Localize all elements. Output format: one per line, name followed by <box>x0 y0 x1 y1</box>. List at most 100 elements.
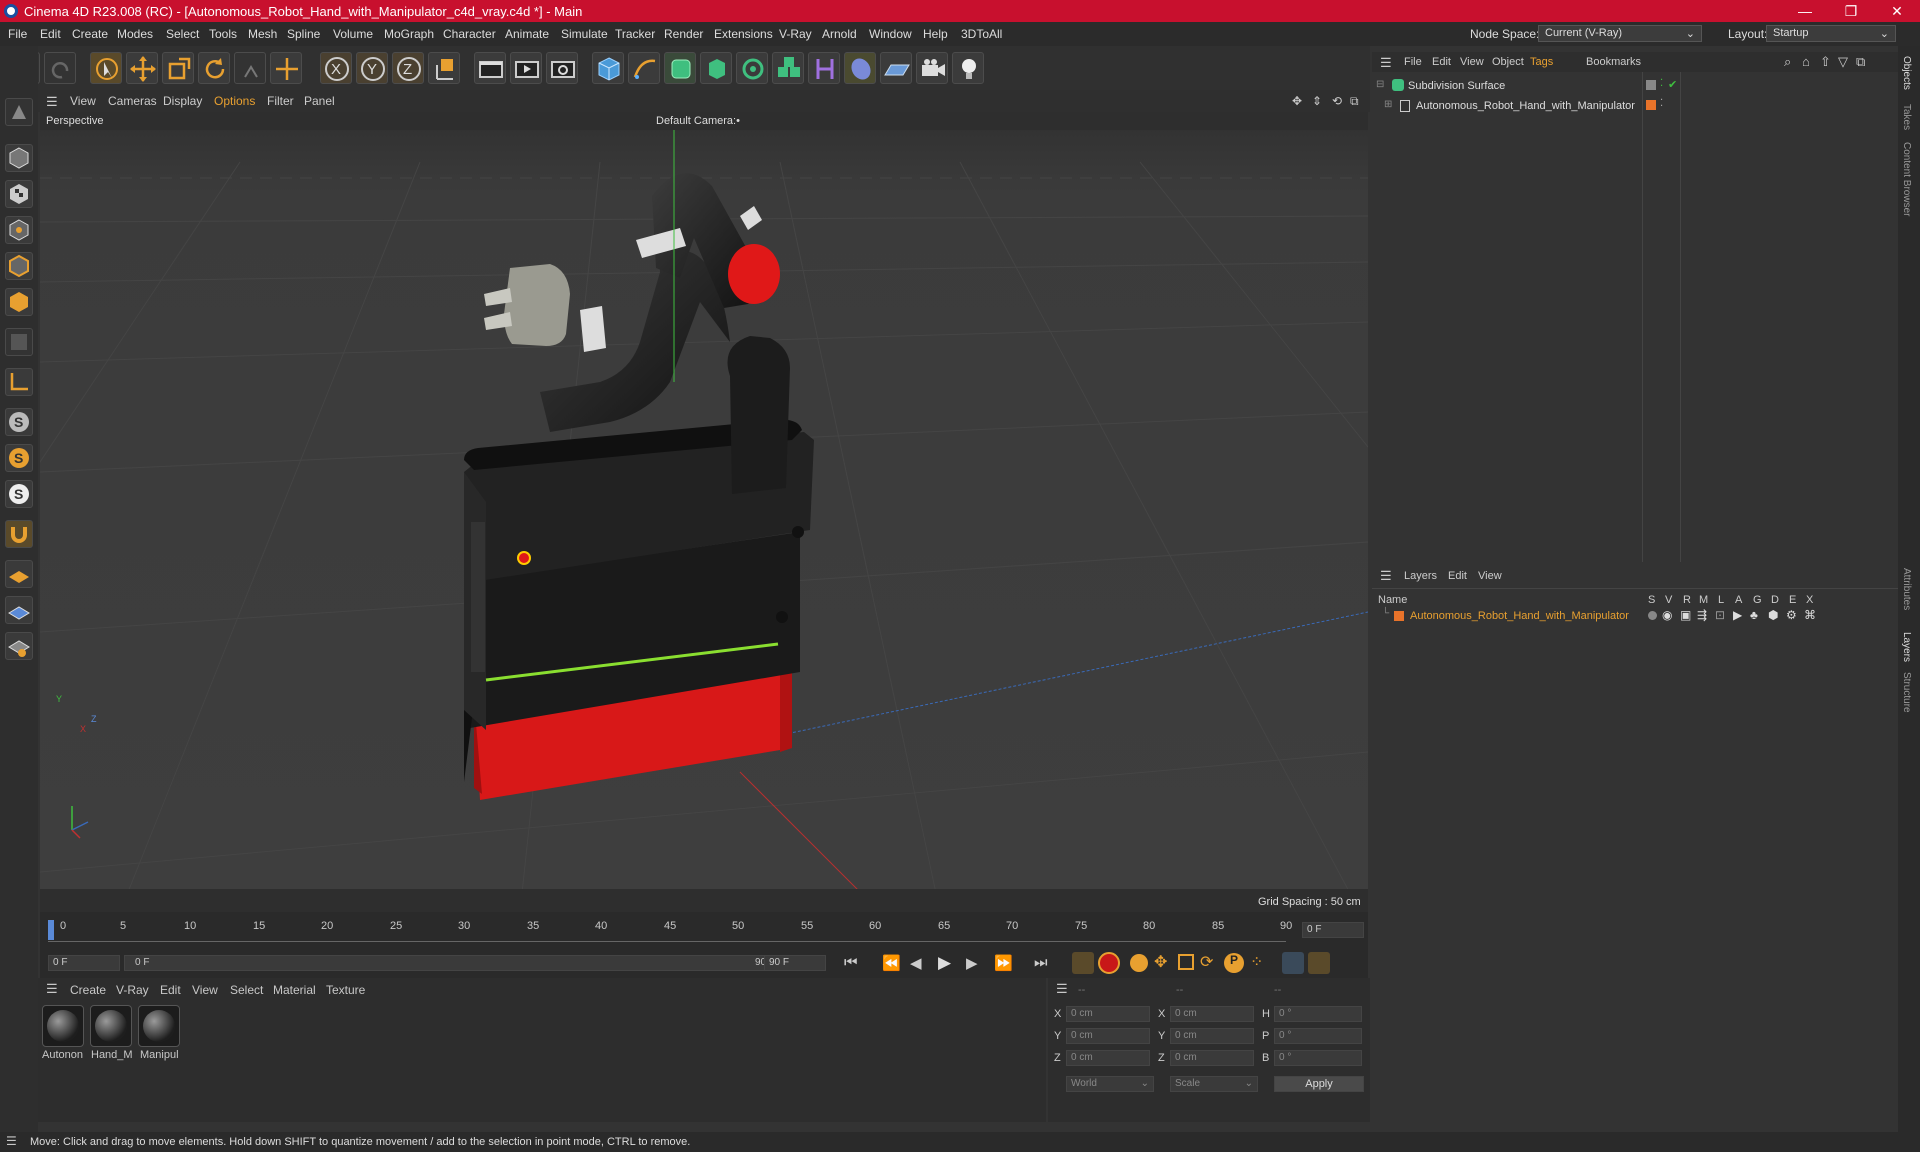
object-menu-view[interactable]: View <box>1460 56 1484 68</box>
rotation-b-field[interactable]: 0 ° <box>1274 1050 1362 1066</box>
hamburger-menu-icon[interactable]: ☰ <box>1380 55 1392 71</box>
select-tool-icon[interactable] <box>90 52 122 84</box>
viewport-maximize-icon[interactable]: ⧉ <box>1350 94 1359 109</box>
point-mode-icon[interactable] <box>5 216 33 244</box>
go-to-start-icon[interactable]: ⏮ <box>844 954 858 971</box>
layer-row[interactable]: └ Autonomous_Robot_Hand_with_Manipulator… <box>1372 608 1898 626</box>
coordinate-system-icon[interactable] <box>428 52 460 84</box>
rotation-p-field[interactable]: 0 ° <box>1274 1028 1362 1044</box>
rotation-h-field[interactable]: 0 ° <box>1274 1006 1362 1022</box>
menu-volume[interactable]: Volume <box>333 27 373 41</box>
menu-create[interactable]: Create <box>72 27 108 41</box>
cube-object-icon[interactable] <box>592 52 624 84</box>
object-menu-file[interactable]: File <box>1404 56 1422 68</box>
cloner-icon[interactable] <box>736 52 768 84</box>
lock-icon[interactable]: ⊡ <box>1715 608 1725 622</box>
menu-file[interactable]: File <box>8 27 27 41</box>
deformer-icon[interactable] <box>808 52 840 84</box>
material-swatch[interactable] <box>90 1005 132 1047</box>
layer-menu-view[interactable]: View <box>1478 570 1502 582</box>
menu-vray[interactable]: V-Ray <box>779 27 812 41</box>
material-swatch[interactable] <box>42 1005 84 1047</box>
viewport-menu-options[interactable]: Options <box>214 94 255 108</box>
key-position-icon[interactable]: ✥ <box>1154 952 1167 972</box>
object-menu-bookmarks[interactable]: Bookmarks <box>1586 56 1641 68</box>
key-scale-icon[interactable] <box>1178 954 1194 970</box>
spline-pen-icon[interactable] <box>628 52 660 84</box>
position-x-field[interactable]: 0 cm <box>1066 1006 1150 1022</box>
deformer-toggle-icon[interactable]: ⬢ <box>1768 608 1778 622</box>
generator-toggle-icon[interactable]: ♣ <box>1750 608 1758 622</box>
material-menu-texture[interactable]: Texture <box>326 983 365 997</box>
menu-mograph[interactable]: MoGraph <box>384 27 434 41</box>
material-swatch[interactable] <box>138 1005 180 1047</box>
minimize-button[interactable]: — <box>1782 0 1828 22</box>
previous-frame-icon[interactable]: ◀ <box>910 954 922 972</box>
visibility-dots-icon[interactable]: ⁚ <box>1660 78 1663 89</box>
keyframe-selection-icon[interactable] <box>1130 954 1148 972</box>
grid-snap-icon[interactable] <box>5 632 33 660</box>
material-menu-edit[interactable]: Edit <box>160 983 181 997</box>
tab-structure[interactable]: Structure <box>1901 672 1912 713</box>
field-icon[interactable] <box>844 52 876 84</box>
menu-3dtoall[interactable]: 3DToAll <box>961 27 1002 41</box>
y-axis-lock-icon[interactable]: Y <box>356 52 388 84</box>
light-object-icon[interactable] <box>952 52 984 84</box>
object-menu-object[interactable]: Object <box>1492 56 1524 68</box>
scale-tool-icon[interactable] <box>162 52 194 84</box>
size-y-field[interactable]: 0 cm <box>1170 1028 1254 1044</box>
edge-mode-icon[interactable] <box>5 252 33 280</box>
menu-tools[interactable]: Tools <box>209 27 237 41</box>
next-frame-icon[interactable]: ▶ <box>966 954 978 972</box>
floor-object-icon[interactable] <box>880 52 912 84</box>
home-icon[interactable]: ⌂ <box>1802 54 1810 69</box>
layer-color-icon[interactable] <box>1646 100 1656 110</box>
tab-content-browser[interactable]: Content Browser <box>1901 142 1912 216</box>
texture-mode-icon[interactable] <box>5 180 33 208</box>
solo-toggle-icon[interactable] <box>1648 611 1657 620</box>
tree-toggle-icon[interactable]: ⊟ <box>1376 79 1384 90</box>
key-parameter-icon[interactable]: P <box>1224 953 1244 973</box>
hamburger-menu-icon[interactable]: ☰ <box>1380 568 1392 584</box>
viewport-3d[interactable]: Y Z X Grid Spacing : 50 cm <box>40 112 1368 912</box>
camera-object-icon[interactable] <box>916 52 948 84</box>
live-selection-icon[interactable] <box>270 52 302 84</box>
start-frame-field[interactable]: 0 F <box>48 955 120 971</box>
position-y-field[interactable]: 0 cm <box>1066 1028 1150 1044</box>
viewport-rotate-icon[interactable]: ⟲ <box>1332 94 1342 108</box>
menu-extensions[interactable]: Extensions <box>714 27 773 41</box>
material-menu-select[interactable]: Select <box>230 983 263 997</box>
playhead[interactable] <box>48 920 54 940</box>
previous-key-icon[interactable]: ⏪ <box>882 954 901 972</box>
menu-edit[interactable]: Edit <box>40 27 61 41</box>
tab-objects[interactable]: Objects <box>1901 56 1912 90</box>
autokey-icon[interactable] <box>1098 952 1120 974</box>
apply-button[interactable]: Apply <box>1274 1076 1364 1092</box>
timeline[interactable]: 0 5 10 15 20 25 30 35 40 45 50 55 60 65 … <box>40 912 1368 948</box>
key-pla-icon[interactable]: ⁘ <box>1250 952 1263 972</box>
go-to-end-icon[interactable]: ⏭ <box>1034 954 1048 971</box>
grid-icon[interactable] <box>5 596 33 624</box>
subdivision-surface-icon[interactable] <box>664 52 696 84</box>
extrude-icon[interactable] <box>700 52 732 84</box>
tab-layers[interactable]: Layers <box>1901 632 1912 662</box>
eye-icon[interactable]: ◉ <box>1662 608 1672 622</box>
workplane-icon[interactable] <box>5 560 33 588</box>
world-dropdown[interactable]: World ⌄ <box>1066 1076 1154 1092</box>
record-keyframe-icon[interactable] <box>1072 952 1094 974</box>
menu-simulate[interactable]: Simulate <box>561 27 608 41</box>
material-menu-material[interactable]: Material <box>273 983 316 997</box>
menu-animate[interactable]: Animate <box>505 27 549 41</box>
menu-select[interactable]: Select <box>166 27 199 41</box>
material-menu-create[interactable]: Create <box>70 983 106 997</box>
rotate-tool-icon[interactable] <box>198 52 230 84</box>
filter-icon[interactable]: ▽ <box>1838 54 1848 70</box>
size-x-field[interactable]: 0 cm <box>1170 1006 1254 1022</box>
move-tool-icon[interactable] <box>126 52 158 84</box>
viewport-menu-filter[interactable]: Filter <box>267 94 294 108</box>
model-mode-icon[interactable] <box>5 144 33 172</box>
size-z-field[interactable]: 0 cm <box>1170 1050 1254 1066</box>
make-editable-icon[interactable] <box>5 98 33 126</box>
render-region-icon[interactable] <box>474 52 506 84</box>
x-axis-lock-icon[interactable]: X <box>320 52 352 84</box>
